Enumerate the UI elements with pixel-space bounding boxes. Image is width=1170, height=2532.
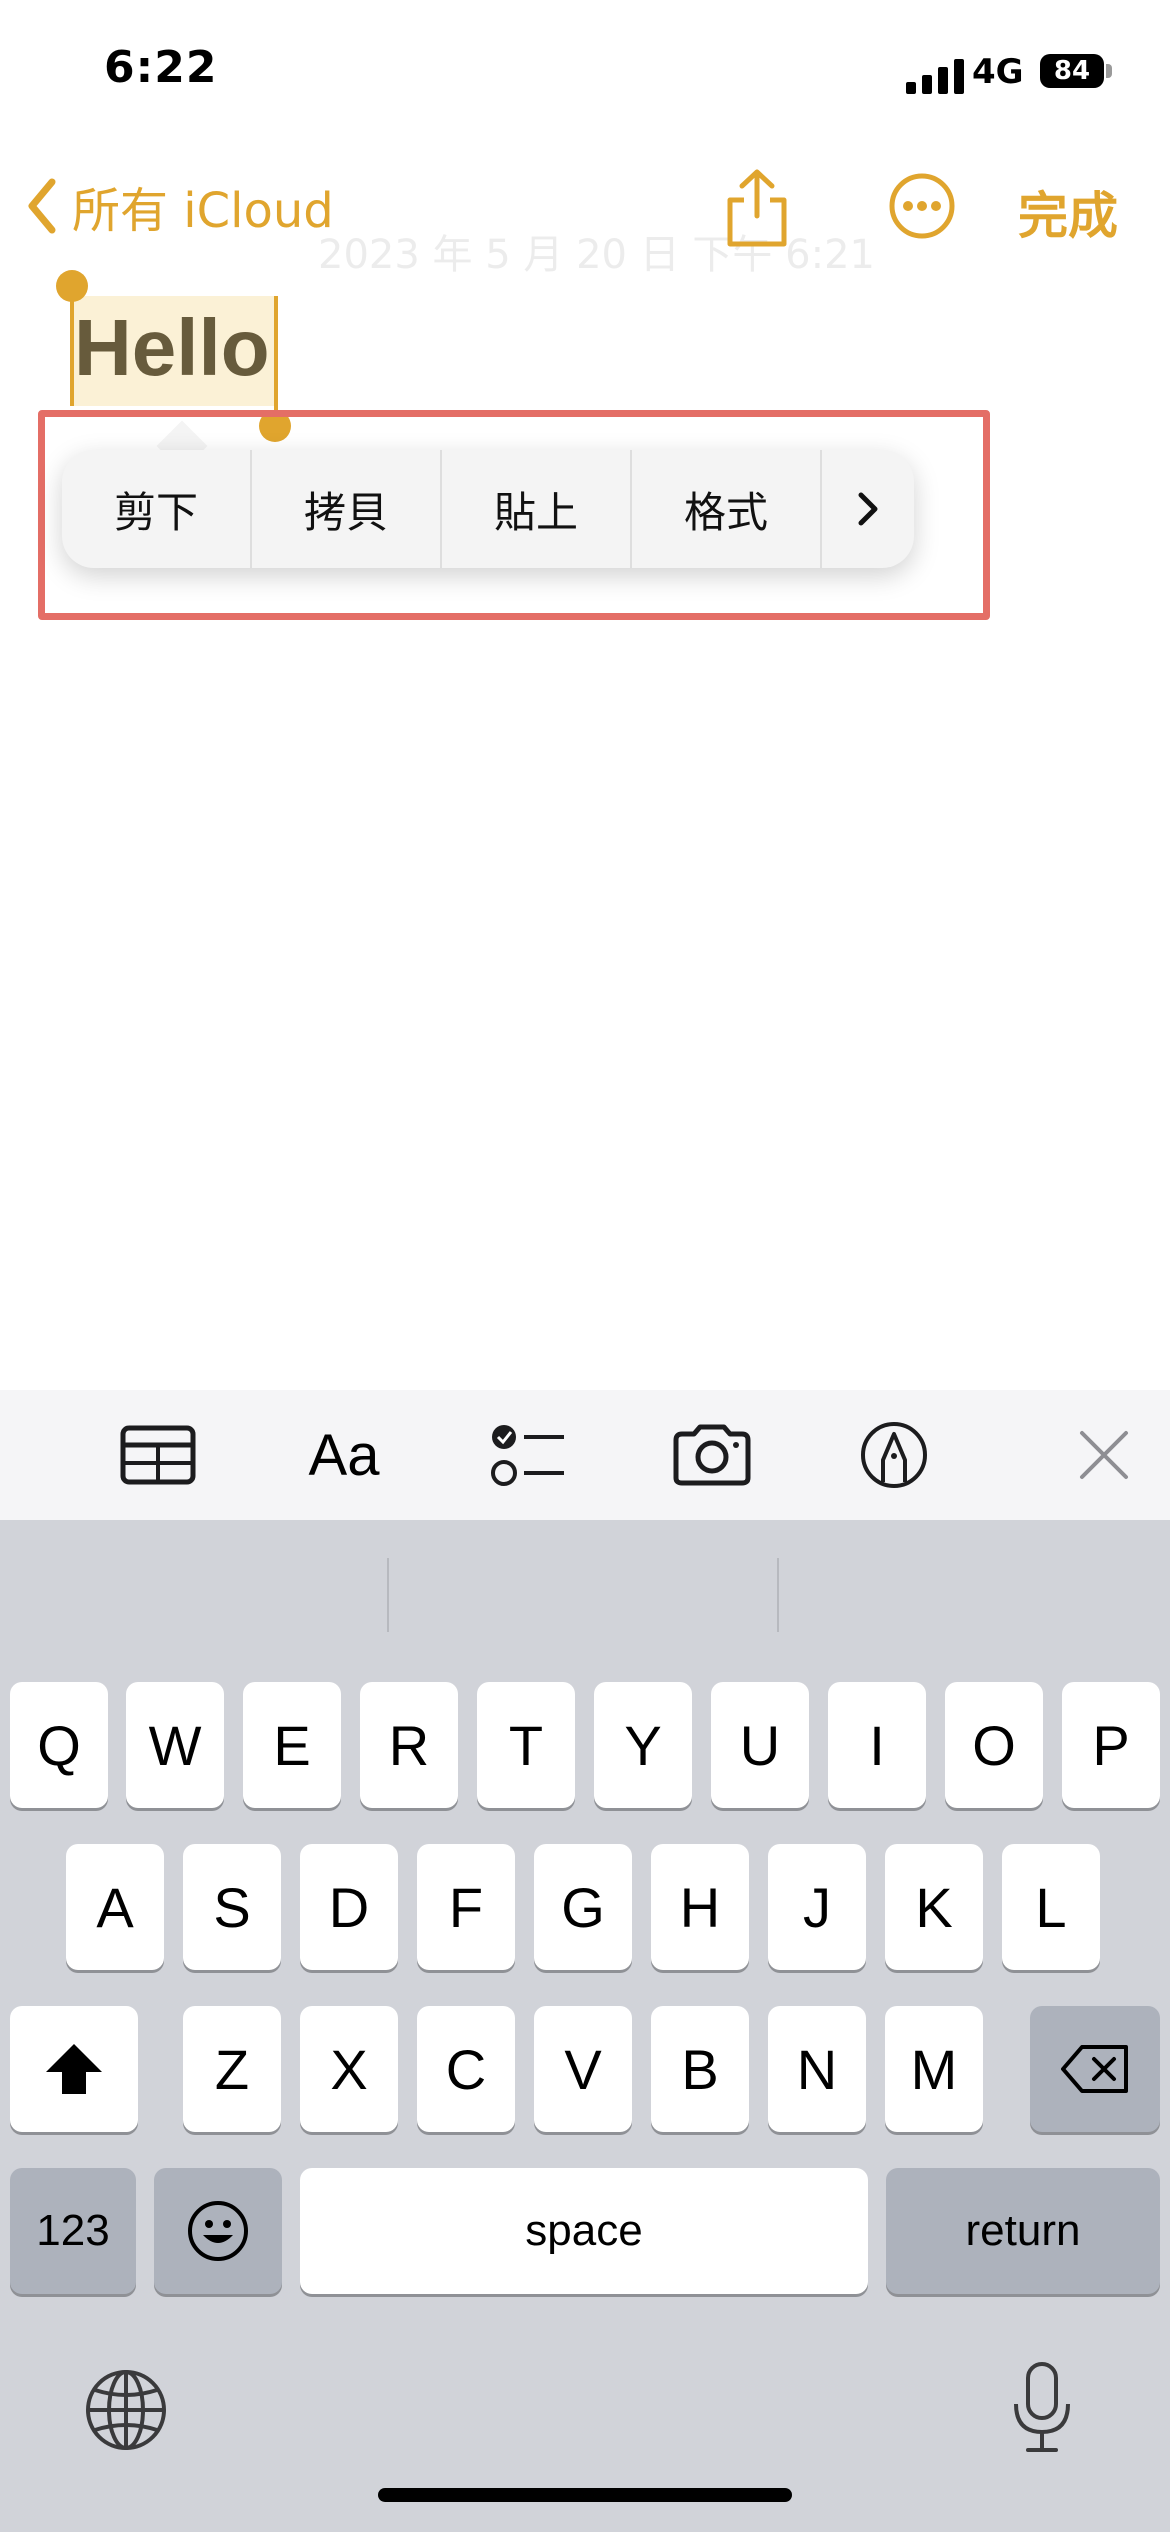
key-d[interactable]: D: [300, 1844, 398, 1970]
menu-more-button[interactable]: [822, 450, 914, 568]
prediction-divider: [777, 1558, 779, 1632]
key-m[interactable]: M: [885, 2006, 983, 2132]
selection-start-caret: [70, 290, 74, 406]
close-icon[interactable]: [1064, 1420, 1144, 1490]
return-key[interactable]: return: [886, 2168, 1160, 2294]
battery-tip: [1106, 64, 1112, 78]
key-u[interactable]: U: [711, 1682, 809, 1808]
markup-pen-icon[interactable]: [854, 1420, 934, 1490]
key-g[interactable]: G: [534, 1844, 632, 1970]
key-k[interactable]: K: [885, 1844, 983, 1970]
backspace-icon: [1061, 2045, 1128, 2093]
battery-icon: 84: [1040, 54, 1104, 88]
text-format-icon[interactable]: Aa: [304, 1420, 384, 1490]
table-icon[interactable]: [118, 1420, 198, 1490]
key-p[interactable]: P: [1062, 1682, 1160, 1808]
paste-button[interactable]: 貼上: [442, 450, 632, 568]
back-button[interactable]: 所有 iCloud: [24, 176, 334, 239]
copy-button[interactable]: 拷貝: [252, 450, 442, 568]
key-q[interactable]: Q: [10, 1682, 108, 1808]
key-r[interactable]: R: [360, 1682, 458, 1808]
key-j[interactable]: J: [768, 1844, 866, 1970]
chevron-left-icon: [28, 178, 56, 234]
prediction-divider: [387, 1558, 389, 1632]
chevron-right-icon: [858, 492, 878, 526]
key-x[interactable]: X: [300, 2006, 398, 2132]
done-button[interactable]: 完成: [1018, 176, 1118, 248]
back-label: 所有 iCloud: [72, 183, 334, 239]
key-b[interactable]: B: [651, 2006, 749, 2132]
status-time: 6:22: [104, 42, 218, 93]
note-text[interactable]: Hello: [74, 302, 270, 394]
key-a[interactable]: A: [66, 1844, 164, 1970]
emoji-icon: [188, 2201, 248, 2261]
key-c[interactable]: C: [417, 2006, 515, 2132]
formatting-toolbar: Aa: [0, 1390, 1170, 1520]
key-y[interactable]: Y: [594, 1682, 692, 1808]
share-icon[interactable]: [722, 166, 792, 250]
home-indicator[interactable]: [378, 2488, 792, 2502]
microphone-icon[interactable]: [1010, 2360, 1074, 2456]
backspace-key[interactable]: [1030, 2006, 1160, 2132]
numbers-key[interactable]: 123: [10, 2168, 136, 2294]
selection-start-handle[interactable]: [56, 270, 88, 302]
space-key[interactable]: space: [300, 2168, 868, 2294]
cellular-signal-icon: [906, 58, 964, 94]
key-e[interactable]: E: [243, 1682, 341, 1808]
key-n[interactable]: N: [768, 2006, 866, 2132]
keyboard: Q W E R T Y U I O P A S D F G H J K L Z …: [0, 1520, 1170, 2532]
shift-key[interactable]: [10, 2006, 138, 2132]
network-type: 4G: [972, 52, 1024, 92]
cut-button[interactable]: 剪下: [62, 450, 252, 568]
key-s[interactable]: S: [183, 1844, 281, 1970]
key-z[interactable]: Z: [183, 2006, 281, 2132]
edit-menu: 剪下 拷貝 貼上 格式: [62, 450, 914, 568]
camera-icon[interactable]: [672, 1420, 752, 1490]
more-options-icon[interactable]: [888, 172, 956, 240]
key-i[interactable]: I: [828, 1682, 926, 1808]
globe-icon[interactable]: [84, 2368, 168, 2452]
format-button[interactable]: 格式: [632, 450, 822, 568]
key-w[interactable]: W: [126, 1682, 224, 1808]
key-h[interactable]: H: [651, 1844, 749, 1970]
key-v[interactable]: V: [534, 2006, 632, 2132]
selection-end-caret: [274, 296, 278, 416]
shift-icon: [46, 2044, 102, 2094]
key-f[interactable]: F: [417, 1844, 515, 1970]
emoji-key[interactable]: [154, 2168, 282, 2294]
key-t[interactable]: T: [477, 1682, 575, 1808]
key-l[interactable]: L: [1002, 1844, 1100, 1970]
key-o[interactable]: O: [945, 1682, 1043, 1808]
checklist-icon[interactable]: [488, 1420, 568, 1490]
